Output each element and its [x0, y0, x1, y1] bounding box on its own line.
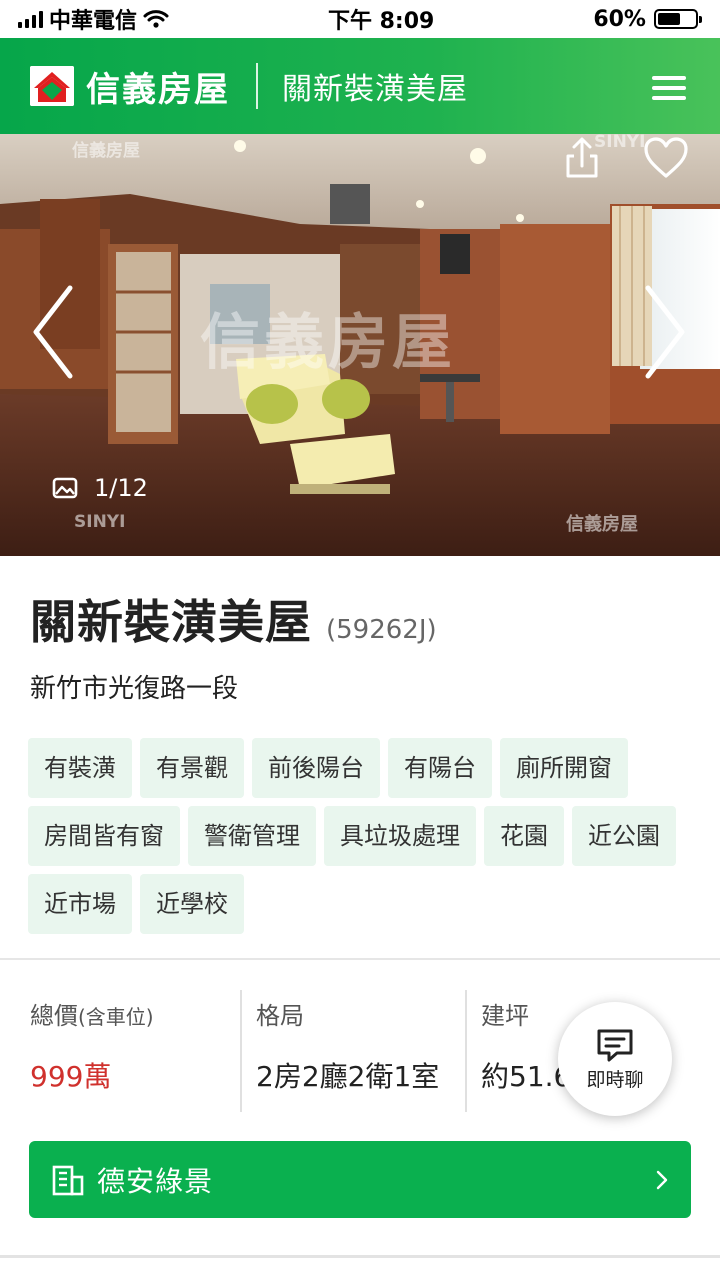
bottom-divider: [0, 1255, 720, 1258]
heart-icon[interactable]: [642, 136, 690, 180]
wifi-icon: [143, 10, 169, 28]
feature-tag: 有景觀: [140, 738, 244, 798]
status-left: 中華電信: [18, 3, 169, 35]
share-icon[interactable]: [562, 136, 602, 180]
price-label: 總價(含車位): [30, 1002, 154, 1030]
clock: 下午 8:09: [327, 9, 435, 34]
listing-title: 關新裝潢美屋: [30, 595, 312, 649]
stat-price: 總價(含車位) 999萬: [0, 990, 240, 1112]
header-title: 關新裝潢美屋: [282, 72, 468, 107]
listing-code: (59262J): [326, 615, 437, 645]
layout-value: 2房2廳2衛1室: [256, 1060, 440, 1093]
price-value: 999萬: [30, 1060, 112, 1093]
community-name: 德安綠景: [97, 1164, 214, 1198]
price-label-note: (含車位): [78, 1005, 154, 1029]
feature-tag: 警衛管理: [188, 806, 316, 866]
feature-tag: 有裝潢: [28, 738, 132, 798]
feature-tag: 前後陽台: [252, 738, 380, 798]
status-bar: 中華電信 下午 8:09 60%: [0, 0, 720, 38]
brand-name[interactable]: 信義房屋: [86, 62, 230, 111]
watermark-top-left: 信義房屋: [72, 141, 140, 161]
layout-label: 格局: [256, 1002, 304, 1030]
chevron-right-icon[interactable]: [640, 282, 690, 382]
feature-tag: 廁所開窗: [500, 738, 628, 798]
battery-icon: [653, 9, 702, 29]
live-chat-label: 即時聊: [586, 1068, 644, 1091]
watermark-bottom-left: SINYI: [74, 512, 126, 532]
photo-counter-text: 1/12: [94, 474, 148, 502]
status-right: 60%: [593, 6, 702, 32]
battery-percent: 60%: [593, 6, 646, 32]
listing-photo-gallery[interactable]: 信義房屋 信義房屋 SINYI SINYI 信義房屋 1/12: [0, 134, 720, 556]
chevron-left-icon[interactable]: [28, 282, 78, 382]
stat-layout: 格局 2房2廳2衛1室: [240, 990, 465, 1112]
signal-icon: [18, 10, 43, 28]
watermark-bottom-right: 信義房屋: [566, 514, 638, 535]
feature-tag: 房間皆有窗: [28, 806, 180, 866]
sinyi-logo-icon[interactable]: [30, 66, 74, 106]
photo-counter: 1/12: [52, 474, 148, 502]
chevron-right-icon: [656, 1170, 668, 1189]
live-chat-button[interactable]: 即時聊: [558, 1002, 672, 1116]
building-icon: [52, 1165, 84, 1195]
feature-tags: 有裝潢 有景觀 前後陽台 有陽台 廁所開窗房間皆有窗 警衛管理 具垃圾處理 花園 近公園近市場近…: [28, 738, 698, 934]
feature-tag: 近公園: [572, 806, 676, 866]
feature-tag: 近市場: [28, 874, 132, 934]
listing-address: 新竹市光復路一段: [30, 674, 239, 704]
image-icon: [52, 477, 78, 499]
feature-tag: 具垃圾處理: [324, 806, 476, 866]
community-button[interactable]: 德安綠景: [29, 1141, 691, 1218]
hamburger-menu-icon[interactable]: [652, 76, 686, 100]
feature-tag: 花園: [484, 806, 564, 866]
watermark-center: 信義房屋: [200, 308, 456, 378]
carrier-name: 中華電信: [49, 9, 138, 34]
section-divider: [0, 958, 720, 960]
chat-bubble-icon: [597, 1029, 633, 1061]
header-divider: [256, 63, 258, 109]
title-row: 關新裝潢美屋 (59262J): [30, 586, 437, 652]
app-header: 信義房屋 關新裝潢美屋: [0, 38, 720, 134]
feature-tag: 有陽台: [388, 738, 492, 798]
feature-tag: 近學校: [140, 874, 244, 934]
